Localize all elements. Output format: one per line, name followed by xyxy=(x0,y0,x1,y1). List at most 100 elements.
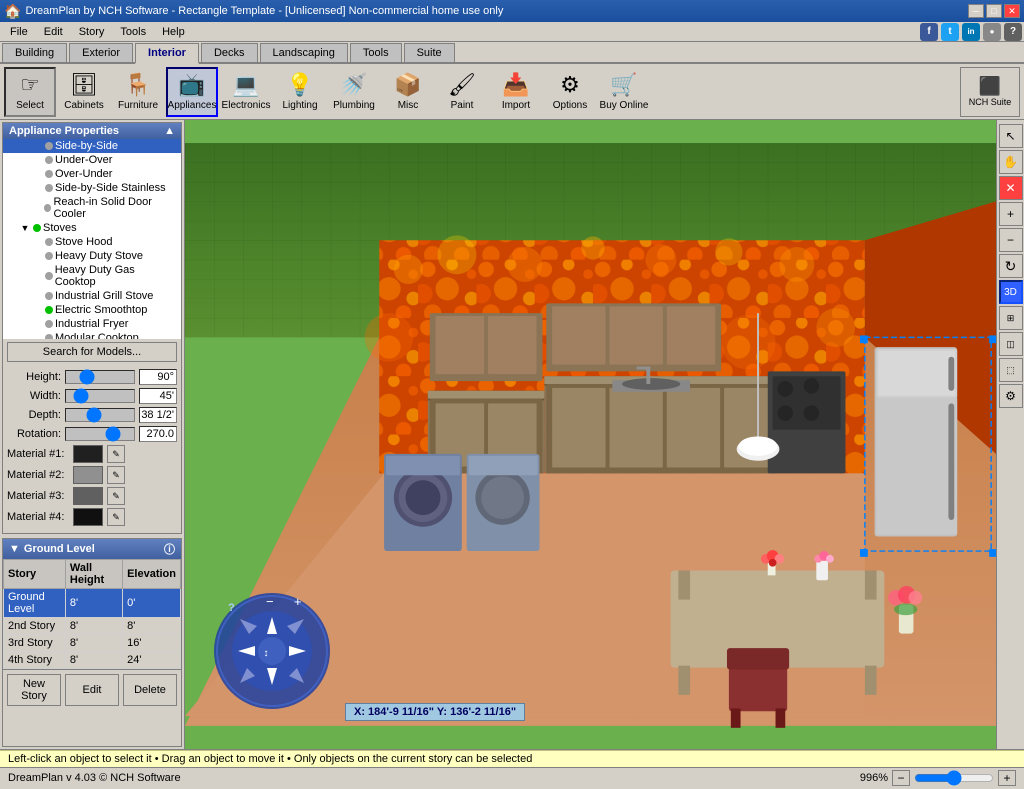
rotate-button[interactable]: ↻ xyxy=(999,254,1023,278)
coordinates-text: X: 184'-9 11/16" Y: 136'-2 11/16" xyxy=(354,706,516,718)
tab-interior[interactable]: Interior xyxy=(135,43,199,64)
width-row: Width: xyxy=(7,388,177,404)
select-tool-button[interactable]: ☞ Select xyxy=(4,67,56,117)
options-tool-button[interactable]: ⚙ Options xyxy=(544,67,596,117)
tree-item-heavy-duty-gas[interactable]: Heavy Duty Gas Cooktop xyxy=(3,263,181,289)
furniture-tool-button[interactable]: 🪑 Furniture xyxy=(112,67,164,117)
tab-landscaping[interactable]: Landscaping xyxy=(260,43,348,62)
view-side-button[interactable]: ⬚ xyxy=(999,358,1023,382)
material2-swatch[interactable] xyxy=(73,466,103,484)
appliance-panel-header: Appliance Properties ▲ xyxy=(3,123,181,139)
pan-tool-button[interactable]: ✋ xyxy=(999,150,1023,174)
twitter-icon[interactable]: t xyxy=(941,23,959,41)
tab-decks[interactable]: Decks xyxy=(201,43,258,62)
material3-edit-button[interactable]: ✎ xyxy=(107,487,125,505)
lighting-tool-button[interactable]: 💡 Lighting xyxy=(274,67,326,117)
3d-viewport[interactable]: ? − + ↕ X: 184'-9 11/16" Y: 136'-2 11/16… xyxy=(185,120,996,749)
tab-exterior[interactable]: Exterior xyxy=(69,43,133,62)
height-slider[interactable] xyxy=(65,370,135,384)
view-3d-button[interactable]: 3D xyxy=(999,280,1023,304)
tab-tools[interactable]: Tools xyxy=(350,43,402,62)
minimize-button[interactable]: ─ xyxy=(968,4,984,18)
table-row[interactable]: 3rd Story 8' 16' xyxy=(4,635,181,652)
menu-file[interactable]: File xyxy=(2,22,36,41)
width-value[interactable] xyxy=(139,388,177,404)
plumbing-tool-button[interactable]: 🚿 Plumbing xyxy=(328,67,380,117)
close-button[interactable]: ✕ xyxy=(1004,4,1020,18)
cursor-tool-button[interactable]: ↖ xyxy=(999,124,1023,148)
material3-swatch[interactable] xyxy=(73,487,103,505)
new-story-button[interactable]: New Story xyxy=(7,674,61,706)
tree-item-stove-hood[interactable]: Stove Hood xyxy=(3,235,181,249)
appliances-tool-button[interactable]: 📺 Appliances xyxy=(166,67,218,117)
select-label: Select xyxy=(16,100,44,111)
rotation-value[interactable] xyxy=(139,426,177,442)
material4-label: Material #4: xyxy=(7,511,69,523)
tree-item-stoves[interactable]: ▼ Stoves xyxy=(3,221,181,235)
material1-edit-button[interactable]: ✎ xyxy=(107,445,125,463)
depth-value[interactable] xyxy=(139,407,177,423)
tab-building[interactable]: Building xyxy=(2,43,67,62)
ground-panel-info[interactable]: ⓘ xyxy=(164,541,175,557)
menu-edit[interactable]: Edit xyxy=(36,22,71,41)
material2-edit-button[interactable]: ✎ xyxy=(107,466,125,484)
import-tool-button[interactable]: 📥 Import xyxy=(490,67,542,117)
tree-item-over-under[interactable]: Over-Under xyxy=(3,167,181,181)
menubar: File Edit Story Tools Help f t in ● ? xyxy=(0,22,1024,42)
appliance-panel-collapse[interactable]: ▲ xyxy=(164,125,175,137)
tree-dot xyxy=(45,184,53,192)
zoom-in-button[interactable]: + xyxy=(999,202,1023,226)
depth-slider[interactable] xyxy=(65,408,135,422)
table-row[interactable]: 2nd Story 8' 8' xyxy=(4,618,181,635)
tree-item-under-over[interactable]: Under-Over xyxy=(3,153,181,167)
zoom-slider[interactable] xyxy=(914,772,994,784)
menu-story[interactable]: Story xyxy=(71,22,113,41)
tree-item-side-by-side-stainless[interactable]: Side-by-Side Stainless xyxy=(3,181,181,195)
tree-item-side-by-side[interactable]: Side-by-Side xyxy=(3,139,181,153)
tab-suite[interactable]: Suite xyxy=(404,43,455,62)
tree-item-industrial-grill[interactable]: Industrial Grill Stove xyxy=(3,289,181,303)
search-models-button[interactable]: Search for Models... xyxy=(7,342,177,362)
delete-story-button[interactable]: Delete xyxy=(123,674,177,706)
material4-swatch[interactable] xyxy=(73,508,103,526)
settings-button[interactable]: ⚙ xyxy=(999,384,1023,408)
rotation-slider[interactable] xyxy=(65,427,135,441)
help-icon[interactable]: ? xyxy=(1004,23,1022,41)
tree-item-electric-smoothtop[interactable]: Electric Smoothtop xyxy=(3,303,181,317)
zoom-out-status-button[interactable]: − xyxy=(892,770,910,786)
maximize-button[interactable]: □ xyxy=(986,4,1002,18)
buy-online-tool-button[interactable]: 🛒 Buy Online xyxy=(598,67,650,117)
import-icon: 📥 xyxy=(502,72,529,98)
rotation-row: Rotation: xyxy=(7,426,177,442)
cabinets-tool-button[interactable]: 🗄 Cabinets xyxy=(58,67,110,117)
height-value[interactable] xyxy=(139,369,177,385)
tree-item-modular-cooktop[interactable]: Modular Cooktop xyxy=(3,331,181,339)
zoom-out-button[interactable]: − xyxy=(999,228,1023,252)
delete-tool-button[interactable]: ✕ xyxy=(999,176,1023,200)
nch-suite-button[interactable]: ⬛ NCH Suite xyxy=(960,67,1020,117)
more-icon[interactable]: ● xyxy=(983,23,1001,41)
material1-swatch[interactable] xyxy=(73,445,103,463)
appliance-tree[interactable]: Side-by-Side Under-Over Over-Under Side-… xyxy=(3,139,181,339)
misc-tool-button[interactable]: 📦 Misc xyxy=(382,67,434,117)
linkedin-icon[interactable]: in xyxy=(962,23,980,41)
tree-item-reach-in[interactable]: Reach-in Solid Door Cooler xyxy=(3,195,181,221)
view-top-button[interactable]: ⊞ xyxy=(999,306,1023,330)
facebook-icon[interactable]: f xyxy=(920,23,938,41)
zoom-in-status-button[interactable]: + xyxy=(998,770,1016,786)
tree-item-heavy-duty-stove[interactable]: Heavy Duty Stove xyxy=(3,249,181,263)
edit-story-button[interactable]: Edit xyxy=(65,674,119,706)
view-front-button[interactable]: ◫ xyxy=(999,332,1023,356)
depth-row: Depth: xyxy=(7,407,177,423)
width-slider[interactable] xyxy=(65,389,135,403)
cabinets-icon: 🗄 xyxy=(70,72,98,98)
electronics-tool-button[interactable]: 💻 Electronics xyxy=(220,67,272,117)
table-row[interactable]: Ground Level 8' 0' xyxy=(4,589,181,618)
paint-tool-button[interactable]: 🖌 Paint xyxy=(436,67,488,117)
navigation-widget[interactable]: ? − + ↕ xyxy=(210,589,335,714)
menu-tools[interactable]: Tools xyxy=(112,22,154,41)
menu-help[interactable]: Help xyxy=(154,22,193,41)
tree-item-industrial-fryer[interactable]: Industrial Fryer xyxy=(3,317,181,331)
material4-edit-button[interactable]: ✎ xyxy=(107,508,125,526)
table-row[interactable]: 4th Story 8' 24' xyxy=(4,652,181,669)
